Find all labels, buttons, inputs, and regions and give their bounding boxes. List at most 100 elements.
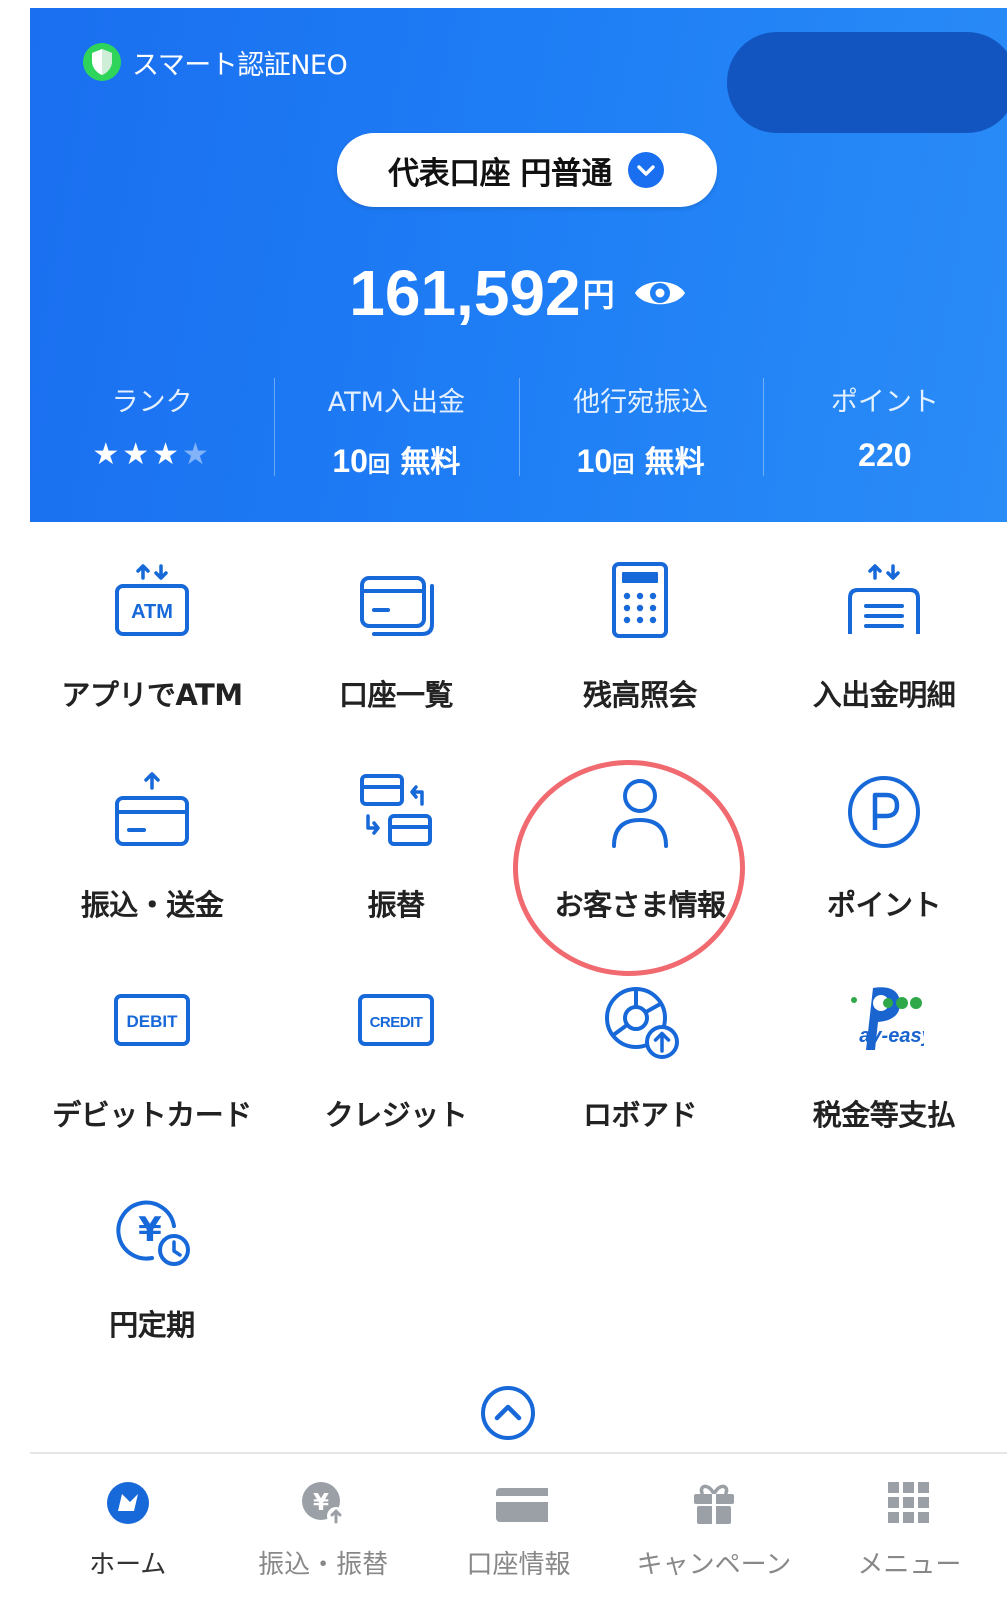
- tab-menu[interactable]: メニュー: [812, 1454, 1007, 1614]
- stat-label: ATM入出金: [327, 387, 465, 418]
- home-icon: [106, 1482, 149, 1524]
- stat-count-unit: 回: [367, 453, 390, 478]
- menu-item-statement[interactable]: 入出金明細: [762, 560, 1006, 740]
- stat-label: ランク: [111, 387, 193, 418]
- card-icon: [495, 1488, 548, 1522]
- star-filled-icon: ★: [122, 437, 153, 472]
- card-icon: [360, 576, 434, 636]
- smart-auth[interactable]: スマート認証NEO: [82, 42, 348, 82]
- tab-account-info[interactable]: 口座情報: [421, 1454, 616, 1614]
- rank-stars: ★★★★: [30, 437, 274, 472]
- tab-transfer[interactable]: ¥ 振込・振替: [225, 1454, 420, 1614]
- tab-campaign[interactable]: キャンペーン: [616, 1454, 811, 1614]
- menu-item-label: 残高照会: [582, 678, 698, 712]
- debit-badge-text: DEBIT: [127, 1012, 179, 1031]
- menu-item-tax-payment[interactable]: ay-easy 税金等支払: [762, 980, 1006, 1160]
- tab-label: ホーム: [89, 1550, 167, 1580]
- gift-icon: [693, 1484, 734, 1524]
- tab-yen-symbol: ¥: [313, 1490, 329, 1516]
- menu-item-label: 円定期: [109, 1308, 195, 1342]
- stat-atm[interactable]: ATM入出金 10回 無料: [274, 370, 518, 480]
- menu-item-label: 振込・送金: [80, 888, 224, 922]
- eye-icon[interactable]: [632, 273, 688, 313]
- points-value: 220: [858, 437, 912, 473]
- balance-amount: 161,592: [349, 257, 581, 329]
- stat-value: 220: [763, 437, 1007, 474]
- menu-item-label: 入出金明細: [812, 678, 956, 712]
- pay-easy-logo-text: ay-easy: [859, 1025, 924, 1047]
- tab-label: 振込・振替: [258, 1550, 389, 1580]
- menu-item-yen-time-deposit[interactable]: ¥ 円定期: [30, 1190, 274, 1370]
- stat-count-unit: 回: [612, 453, 635, 478]
- bottom-tab-bar: ホーム ¥ 振込・振替 口座情報 キャンペーン メニュー: [30, 1452, 1007, 1614]
- menu-item-label: お客さま情報: [554, 888, 726, 922]
- menu-item-label: ポイント: [826, 888, 942, 922]
- menu-item-transfer[interactable]: 振込・送金: [30, 770, 274, 950]
- pay-easy-logo: ay-easy: [851, 987, 924, 1050]
- menu-item-credit[interactable]: CREDIT クレジット: [274, 980, 518, 1160]
- menu-item-label: 振替: [367, 888, 425, 922]
- balance-display: 161,592円: [30, 256, 1007, 330]
- stat-points[interactable]: ポイント 220: [762, 370, 1007, 480]
- statement-icon: [848, 564, 920, 634]
- tab-label: メニュー: [857, 1550, 962, 1580]
- menu-item-point[interactable]: ポイント: [762, 770, 1006, 950]
- stat-value: 10回 無料: [274, 437, 518, 481]
- stat-suffix: 無料: [400, 445, 461, 480]
- account-stats: ランク ★★★★ ATM入出金 10回 無料 他行宛振込 10回 無料 ポイント…: [30, 370, 1007, 480]
- menu-item-label: ロボアド: [582, 1098, 698, 1132]
- chevron-down-icon: [627, 152, 664, 188]
- masked-user-info: [727, 32, 1007, 133]
- app-screen: スマート認証NEO 代表口座 円普通 161,592円 ランク ★★★★ ATM…: [0, 0, 1007, 1612]
- point-icon: [848, 776, 920, 848]
- balance-unit: 円: [582, 276, 615, 314]
- account-selector[interactable]: 代表口座 円普通: [337, 133, 717, 207]
- menu-item-label: アプリでATM: [61, 678, 243, 712]
- stat-transfer[interactable]: 他行宛振込 10回 無料: [518, 370, 763, 481]
- shield-icon: [83, 43, 121, 81]
- menu-item-swap[interactable]: 振替: [274, 770, 518, 950]
- user-icon: [612, 779, 668, 848]
- calculator-icon: [612, 562, 668, 638]
- atm-icon: ATM: [115, 564, 189, 636]
- menu-item-balance-inquiry[interactable]: 残高照会: [518, 560, 762, 740]
- menu-item-customer-info[interactable]: お客さま情報: [518, 770, 762, 950]
- credit-badge-text: CREDIT: [370, 1014, 423, 1031]
- star-empty-icon: ★: [182, 437, 212, 472]
- yen-symbol: ¥: [138, 1210, 162, 1250]
- grid-menu-icon: [888, 1482, 930, 1523]
- collapse-button[interactable]: [480, 1385, 536, 1441]
- menu-item-label: 口座一覧: [338, 678, 454, 712]
- stat-count: 10: [332, 443, 368, 479]
- menu-item-label: クレジット: [324, 1098, 468, 1132]
- yen-deposit-icon: ¥: [116, 1200, 190, 1266]
- robo-advisor-icon: [605, 987, 679, 1059]
- menu-item-label: 税金等支払: [812, 1098, 956, 1132]
- swap-icon: [360, 774, 432, 846]
- stat-rank[interactable]: ランク ★★★★: [30, 370, 274, 480]
- tab-label: 口座情報: [466, 1550, 571, 1580]
- stat-label: ポイント: [830, 387, 939, 418]
- star-filled-icon: ★: [152, 437, 183, 472]
- menu-item-account-list[interactable]: 口座一覧: [274, 560, 518, 740]
- stat-label: 他行宛振込: [573, 387, 709, 418]
- menu-item-debit-card[interactable]: DEBIT デビットカード: [30, 980, 274, 1160]
- account-header: スマート認証NEO 代表口座 円普通 161,592円 ランク ★★★★ ATM…: [30, 8, 1007, 522]
- credit-icon: CREDIT: [358, 994, 434, 1046]
- stat-value: 10回 無料: [519, 437, 763, 481]
- svg-text:ATM: ATM: [131, 601, 173, 623]
- transfer-yen-icon: ¥: [302, 1482, 346, 1525]
- account-selector-label: 代表口座 円普通: [388, 155, 612, 192]
- menu-item-label: デビットカード: [52, 1098, 252, 1132]
- chevron-up-icon: [481, 1386, 535, 1440]
- menu-item-app-atm[interactable]: ATM アプリでATM: [30, 560, 274, 740]
- stat-suffix: 無料: [644, 445, 705, 480]
- tab-label: キャンペーン: [636, 1550, 792, 1580]
- transfer-icon: [115, 772, 189, 846]
- tab-home[interactable]: ホーム: [30, 1454, 225, 1614]
- menu-item-robo-advisor[interactable]: ロボアド: [518, 980, 762, 1160]
- debit-icon: DEBIT: [114, 994, 190, 1046]
- smart-auth-label: スマート認証NEO: [132, 49, 348, 81]
- star-filled-icon: ★: [92, 437, 123, 472]
- stat-count: 10: [576, 443, 613, 479]
